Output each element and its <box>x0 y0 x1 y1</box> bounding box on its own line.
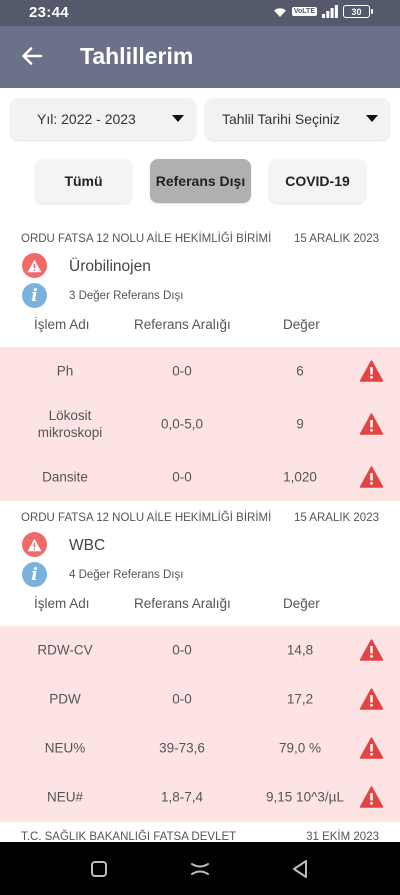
result-card-header-partial[interactable]: T.C. SAĞLIK BAKANLIĞI FATSA DEVLET 31 EK… <box>0 828 400 842</box>
signal-icon <box>322 5 338 18</box>
warning-icon <box>359 639 384 661</box>
back-nav-icon[interactable] <box>289 858 311 880</box>
row-name: Dansite <box>42 469 88 485</box>
volte-badge: VoLTE <box>291 7 317 16</box>
out-of-reference-count: 4 Değer Referans Dışı <box>69 569 184 581</box>
arrow-left-icon[interactable] <box>20 44 44 68</box>
warning-icon <box>359 413 384 435</box>
row-value: 79,0 % <box>278 740 322 756</box>
column-header-range: Referans Aralığı <box>134 596 231 611</box>
tab-all[interactable]: Tümü <box>35 159 132 203</box>
result-date: 31 EKİM 2023 <box>306 831 379 842</box>
year-dropdown-value: Yıl: 2022 - 2023 <box>37 111 136 127</box>
result-card-header[interactable]: ORDU FATSA 12 NOLU AİLE HEKİMLİĞİ BİRİMİ… <box>0 512 400 627</box>
warning-icon <box>22 253 47 278</box>
filter-row: Yıl: 2022 - 2023 Tahlil Tarihi Seçiniz <box>10 98 390 140</box>
table-row[interactable]: Ph 0-0 6 <box>0 347 400 395</box>
row-value: 14,8 <box>286 642 314 658</box>
warning-icon <box>359 737 384 759</box>
table-row[interactable]: Lökosit mikroskopi 0,0-5,0 9 <box>0 399 400 449</box>
row-value: 1,020 <box>283 469 317 485</box>
home-icon[interactable] <box>189 858 211 880</box>
status-icons: VoLTE 30 <box>273 5 373 18</box>
row-name: PDW <box>49 691 81 707</box>
row-range: 0-0 <box>172 642 192 658</box>
column-header-name: İşlem Adı <box>34 596 90 611</box>
test-name: Ürobilinojen <box>69 258 151 275</box>
row-range: 0-0 <box>172 469 192 485</box>
info-icon: i <box>22 283 47 308</box>
table-row[interactable]: NEU# 1,8-7,4 9,15 10^3/µL <box>0 773 400 821</box>
result-rows: Ph 0-0 6 Lökosit mikroskopi 0,0-5,0 9 Da… <box>0 347 400 501</box>
column-header-value: Değer <box>283 596 320 611</box>
row-range: 0-0 <box>172 691 192 707</box>
table-row[interactable]: Dansite 0-0 1,020 <box>0 453 400 501</box>
row-value: 6 <box>296 363 304 379</box>
warning-icon <box>359 786 384 808</box>
institution-name: ORDU FATSA 12 NOLU AİLE HEKİMLİĞİ BİRİMİ <box>21 233 272 245</box>
warning-icon <box>359 466 384 488</box>
filter-tabs: Tümü Referans Dışı COVID-19 <box>0 159 400 203</box>
row-range: 0-0 <box>172 363 192 379</box>
result-date: 15 ARALIK 2023 <box>293 233 379 245</box>
recents-icon[interactable] <box>88 858 110 880</box>
row-range: 0,0-5,0 <box>160 416 204 432</box>
row-value: 9,15 10^3/µL <box>266 789 344 805</box>
app-bar: Tahlillerim <box>0 26 400 88</box>
result-rows: RDW-CV 0-0 14,8 PDW 0-0 17,2 NEU% 39-73,… <box>0 626 400 822</box>
caret-down-icon <box>366 115 378 122</box>
wifi-icon <box>273 7 286 17</box>
row-range: 39-73,6 <box>159 740 205 756</box>
row-name: RDW-CV <box>37 642 93 658</box>
battery-icon: 30 <box>343 5 373 18</box>
column-header-range: Referans Aralığı <box>134 317 231 332</box>
table-row[interactable]: PDW 0-0 17,2 <box>0 675 400 723</box>
out-of-reference-count: 3 Değer Referans Dışı <box>69 290 184 302</box>
table-row[interactable]: NEU% 39-73,6 79,0 % <box>0 724 400 772</box>
column-header-value: Değer <box>283 317 320 332</box>
test-name: WBC <box>69 537 106 554</box>
warning-icon <box>359 688 384 710</box>
institution-name: ORDU FATSA 12 NOLU AİLE HEKİMLİĞİ BİRİMİ <box>21 512 272 524</box>
date-dropdown[interactable]: Tahlil Tarihi Seçiniz <box>205 98 390 140</box>
year-dropdown[interactable]: Yıl: 2022 - 2023 <box>10 98 196 140</box>
status-bar: 23:44 VoLTE 30 <box>0 0 400 26</box>
row-name: Lökosit mikroskopi <box>37 408 103 440</box>
result-date: 15 ARALIK 2023 <box>293 512 379 524</box>
page-title: Tahlillerim <box>80 43 194 69</box>
date-dropdown-value: Tahlil Tarihi Seçiniz <box>222 111 341 127</box>
institution-name: T.C. SAĞLIK BAKANLIĞI FATSA DEVLET <box>21 831 237 842</box>
result-card-header[interactable]: ORDU FATSA 12 NOLU AİLE HEKİMLİĞİ BİRİMİ… <box>0 233 400 348</box>
warning-icon <box>359 360 384 382</box>
row-range: 1,8-7,4 <box>160 789 204 805</box>
row-name: Ph <box>56 363 74 379</box>
info-icon: i <box>22 562 47 587</box>
row-value: 9 <box>296 416 304 432</box>
tab-covid-19[interactable]: COVID-19 <box>269 159 366 203</box>
caret-down-icon <box>172 115 184 122</box>
tab-out-of-reference[interactable]: Referans Dışı <box>150 159 251 203</box>
status-time: 23:44 <box>29 4 69 21</box>
column-header-name: İşlem Adı <box>34 317 90 332</box>
system-nav-bar <box>0 842 400 895</box>
row-name: NEU# <box>46 789 83 805</box>
row-value: 17,2 <box>286 691 314 707</box>
row-name: NEU% <box>44 740 86 756</box>
warning-icon <box>22 532 47 557</box>
table-row[interactable]: RDW-CV 0-0 14,8 <box>0 626 400 674</box>
